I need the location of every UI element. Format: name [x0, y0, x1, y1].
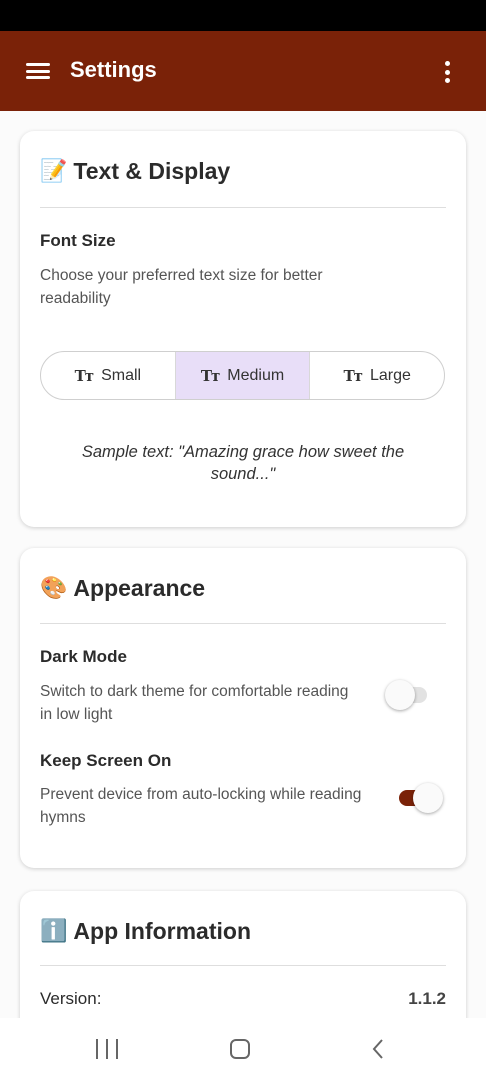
divider — [40, 623, 446, 624]
text-size-icon: Tт — [343, 366, 362, 385]
dark-mode-toggle[interactable] — [383, 678, 431, 710]
info-icon: ℹ️ — [40, 918, 68, 943]
keep-screen-on-title: Keep Screen On — [40, 751, 172, 770]
back-icon[interactable] — [368, 1036, 388, 1062]
version-value: 1.1.2 — [408, 989, 446, 1008]
keep-screen-on-description: Prevent device from auto-locking while r… — [40, 786, 362, 826]
card-header: ℹ️ App Information — [40, 913, 251, 949]
font-size-small-button[interactable]: Tт Small — [41, 352, 176, 399]
card-title: App Information — [73, 917, 251, 944]
memo-icon: 📝 — [40, 158, 68, 183]
dark-mode-description: Switch to dark theme for comfortable rea… — [40, 683, 349, 723]
card-header: 🎨 Appearance — [40, 570, 205, 606]
recent-apps-icon[interactable] — [96, 1036, 118, 1062]
settings-content[interactable]: 📝 Text & Display Font Size Choose your p… — [0, 111, 486, 1018]
keep-screen-on-toggle[interactable] — [395, 781, 443, 813]
status-bar — [0, 0, 486, 31]
app-bar: Settings — [0, 31, 486, 111]
divider — [40, 965, 446, 966]
version-row: Version: 1.1.2 — [40, 989, 446, 1009]
home-icon[interactable] — [230, 1036, 252, 1062]
card-title: Text & Display — [73, 157, 231, 184]
toggle-knob — [385, 680, 415, 710]
card-header: 📝 Text & Display — [40, 153, 230, 189]
font-size-medium-button[interactable]: Tт Medium — [175, 352, 311, 399]
option-label: Medium — [227, 366, 285, 384]
font-size-description: Choose your preferred text size for bett… — [40, 267, 323, 307]
text-size-icon: Tт — [200, 366, 220, 385]
option-label: Small — [101, 366, 142, 384]
page-title: Settings — [70, 57, 157, 82]
font-size-selector: Tт Small Tт Medium Tт Large — [40, 351, 445, 400]
app-information-card: ℹ️ App Information Version: 1.1.2 — [20, 891, 466, 1018]
font-size-large-button[interactable]: Tт Large — [310, 352, 444, 399]
palette-icon: 🎨 — [40, 575, 68, 600]
menu-icon[interactable] — [24, 59, 52, 83]
divider — [40, 207, 446, 208]
appearance-card: 🎨 Appearance Dark Mode Switch to dark th… — [20, 548, 466, 868]
version-label: Version: — [40, 989, 102, 1008]
toggle-knob — [413, 783, 443, 813]
system-navigation-bar — [0, 1018, 486, 1080]
text-display-card: 📝 Text & Display Font Size Choose your p… — [20, 131, 466, 527]
font-size-title: Font Size — [40, 231, 116, 250]
text-size-icon: Tт — [74, 366, 94, 385]
sample-text: Sample text: "Amazing grace how sweet th… — [81, 443, 405, 483]
dark-mode-title: Dark Mode — [40, 647, 127, 666]
more-options-icon[interactable] — [436, 57, 458, 87]
card-title: Appearance — [73, 574, 206, 601]
option-label: Large — [369, 366, 411, 384]
